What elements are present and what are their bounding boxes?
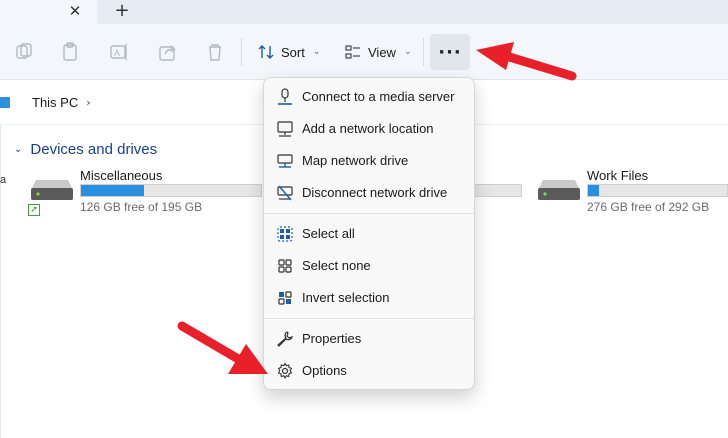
wrench-icon: [277, 331, 293, 347]
sort-icon: [258, 45, 274, 59]
drive-usage-bar: [474, 184, 522, 197]
menu-item-map-network-drive[interactable]: Map network drive: [268, 146, 472, 176]
hard-drive-icon: [31, 180, 73, 200]
menu-item-select-all[interactable]: Select all: [268, 219, 472, 249]
map-network-drive-icon: [277, 154, 293, 168]
menu-item-select-none[interactable]: Select none: [268, 251, 472, 281]
drive-name: Work Files: [587, 168, 649, 183]
disconnect-drive-icon: [277, 185, 293, 201]
media-server-icon: [278, 88, 292, 105]
select-none-icon: [278, 259, 292, 273]
drive-name: Miscellaneous: [80, 168, 163, 183]
menu-item-add-network-location[interactable]: Add a network location: [268, 114, 472, 144]
svg-text:A: A: [114, 48, 120, 58]
annotation-arrow: [476, 42, 577, 81]
menu-item-label: Properties: [302, 331, 362, 346]
menu-item-label: Select none: [302, 258, 371, 273]
menu-item-invert-selection[interactable]: Invert selection: [268, 283, 472, 313]
shortcut-arrow-icon: ➚: [28, 204, 40, 216]
breadcrumb[interactable]: This PC ›: [32, 95, 91, 110]
cut-icon[interactable]: [13, 41, 35, 63]
delete-icon[interactable]: [204, 41, 226, 63]
network-location-icon: [277, 121, 293, 137]
toolbar-separator: [241, 38, 242, 66]
menu-item-label: Options: [302, 363, 347, 378]
rename-icon[interactable]: A: [108, 41, 130, 63]
see-more-button[interactable]: ···: [430, 34, 470, 70]
menu-item-label: Select all: [302, 226, 355, 241]
drive-usage-fill: [81, 185, 144, 196]
chevron-right-icon[interactable]: ›: [86, 96, 90, 109]
copy-icon[interactable]: [60, 41, 82, 63]
this-pc-icon: [0, 97, 10, 108]
drive-free-space: 126 GB free of 195 GB: [80, 200, 203, 214]
devices-and-drives-header[interactable]: ⌄ Devices and drives: [14, 141, 157, 158]
navigation-pane-border: [0, 125, 1, 438]
view-button[interactable]: View ⌄: [344, 40, 412, 64]
menu-item-label: Map network drive: [302, 153, 409, 168]
drive-usage-fill: [588, 185, 600, 196]
breadcrumb-this-pc[interactable]: This PC: [32, 95, 78, 110]
menu-item-disconnect-network-drive[interactable]: Disconnect network drive: [268, 178, 472, 208]
view-label: View: [368, 44, 396, 60]
command-bar: A Sort ⌄ View ⌄ ···: [0, 24, 728, 80]
share-icon[interactable]: [157, 41, 179, 63]
menu-item-label: Invert selection: [302, 290, 390, 305]
menu-item-options[interactable]: Options: [268, 356, 472, 386]
drive-usage-bar: [587, 184, 728, 197]
tab-strip: ✕ +: [0, 0, 728, 26]
menu-separator: [264, 213, 474, 214]
drive-usage-bar: [80, 184, 262, 197]
menu-item-label: Add a network location: [302, 121, 434, 136]
drive-work-files[interactable]: Work Files 276 GB free of 292 GB: [537, 168, 728, 218]
annotation-arrow: [177, 321, 268, 374]
menu-item-connect-media-server[interactable]: Connect to a media server: [268, 82, 472, 112]
menu-item-label: Disconnect network drive: [302, 185, 448, 200]
drive-miscellaneous[interactable]: Miscellaneous 126 GB free of 195 GB: [30, 168, 262, 218]
sort-button[interactable]: Sort ⌄: [257, 40, 320, 64]
gear-icon: [277, 362, 293, 379]
tab-close-button[interactable]: ✕: [66, 2, 84, 20]
chevron-down-icon[interactable]: ⌄: [14, 144, 22, 155]
see-more-menu: Connect to a media server Add a network …: [263, 77, 475, 390]
select-all-icon: [277, 226, 293, 242]
chevron-down-icon: ⌄: [403, 47, 412, 57]
hard-drive-icon: [538, 180, 580, 200]
menu-item-label: Connect to a media server: [302, 89, 455, 104]
view-icon: [345, 45, 360, 59]
menu-separator: [264, 318, 474, 319]
drive-free-space: 276 GB free of 292 GB: [587, 200, 710, 214]
toolbar-separator: [423, 38, 424, 66]
tab-this-pc[interactable]: ✕: [0, 0, 97, 26]
nav-pane-clipped-text: a: [0, 174, 7, 186]
group-header-label: Devices and drives: [30, 141, 158, 158]
new-tab-button[interactable]: +: [112, 1, 132, 21]
invert-selection-icon: [278, 291, 292, 305]
chevron-down-icon: ⌄: [312, 47, 321, 57]
menu-item-properties[interactable]: Properties: [268, 324, 472, 354]
sort-label: Sort: [281, 44, 305, 60]
